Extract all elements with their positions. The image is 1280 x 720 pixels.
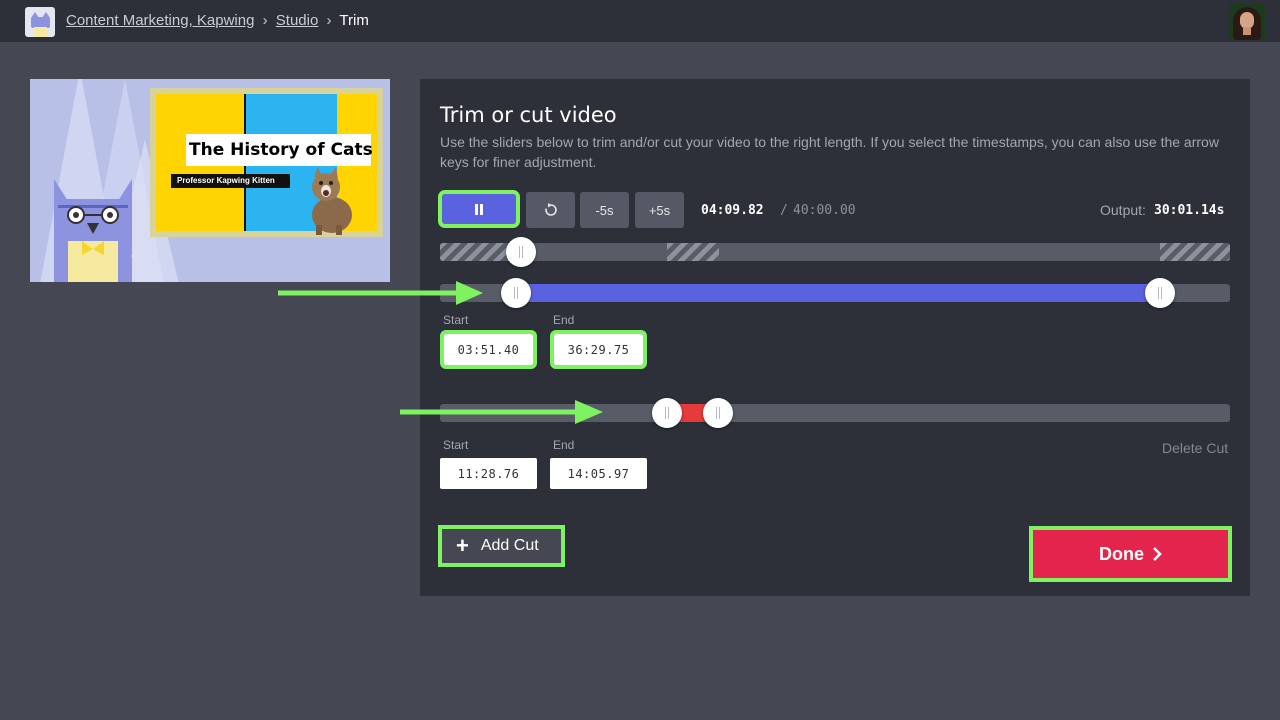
breadcrumb-studio-link[interactable]: Studio [276,12,319,29]
forward-5s-button[interactable]: +5s [635,192,684,228]
trimmed-region [440,243,516,261]
trim-panel: Trim or cut video Use the sliders below … [420,79,1250,596]
kitten-mascot [54,179,132,282]
total-duration: 40:00.00 [793,203,856,218]
breadcrumb-current: Trim [339,12,369,29]
breadcrumb-separator: › [326,12,332,29]
trim-selection [516,284,1160,302]
trimmed-region [1160,243,1230,261]
breadcrumb: Content Marketing, Kapwing › Studio › Tr… [66,12,369,29]
output-duration: 30:01.14s [1154,203,1225,218]
pause-button[interactable] [438,190,520,228]
playhead-handle[interactable] [506,237,536,267]
playhead-track[interactable] [440,237,1230,267]
top-bar: Content Marketing, Kapwing › Studio › Tr… [0,0,1280,42]
restart-button[interactable] [526,192,575,228]
breadcrumb-workspace-link[interactable]: Content Marketing, Kapwing [66,12,254,29]
cut-end-label: End [553,438,575,452]
panel-description: Use the sliders below to trim and/or cut… [440,134,1219,170]
trim-end-input[interactable]: 36:29.75 [550,330,647,369]
done-button[interactable]: Done [1029,526,1232,582]
user-avatar[interactable] [1229,4,1265,40]
video-preview[interactable]: The History of Cats Professor Kapwing Ki… [30,79,390,282]
trim-end-label: End [553,313,575,327]
kitten-image [312,167,352,235]
trim-start-label: Start [443,313,469,327]
cut-region [667,243,719,261]
add-cut-button[interactable]: + Add Cut [438,525,565,567]
done-label: Done [1099,543,1144,564]
pause-icon [475,203,483,215]
cut-start-label: Start [443,438,469,452]
trim-start-input[interactable]: 03:51.40 [440,330,537,369]
preview-subtitle: Professor Kapwing Kitten [171,174,290,188]
annotation-arrow [278,281,483,305]
cut-end-handle[interactable] [703,398,733,428]
restart-icon [544,203,557,216]
add-cut-label: Add Cut [480,537,539,554]
cut-start-input[interactable]: 11:28.76 [440,458,537,489]
delete-cut-link[interactable]: Delete Cut [1162,440,1228,456]
trim-start-handle[interactable] [501,278,531,308]
current-time: 04:09.82 [701,203,764,218]
trim-track[interactable] [440,278,1230,308]
annotation-arrow [400,400,603,424]
chevron-right-icon [1153,547,1162,561]
trim-end-handle[interactable] [1145,278,1175,308]
cut-end-input[interactable]: 14:05.97 [550,458,647,489]
cut-start-handle[interactable] [652,398,682,428]
kapwing-logo[interactable] [25,7,55,37]
presentation-board: The History of Cats Professor Kapwing Ki… [150,88,383,237]
plus-icon: + [456,533,469,558]
time-separator: / [780,203,788,218]
panel-title: Trim or cut video [440,103,617,127]
preview-title: The History of Cats [186,134,373,166]
breadcrumb-separator: › [262,12,268,29]
back-5s-button[interactable]: -5s [580,192,629,228]
output-label: Output: [1100,202,1146,218]
